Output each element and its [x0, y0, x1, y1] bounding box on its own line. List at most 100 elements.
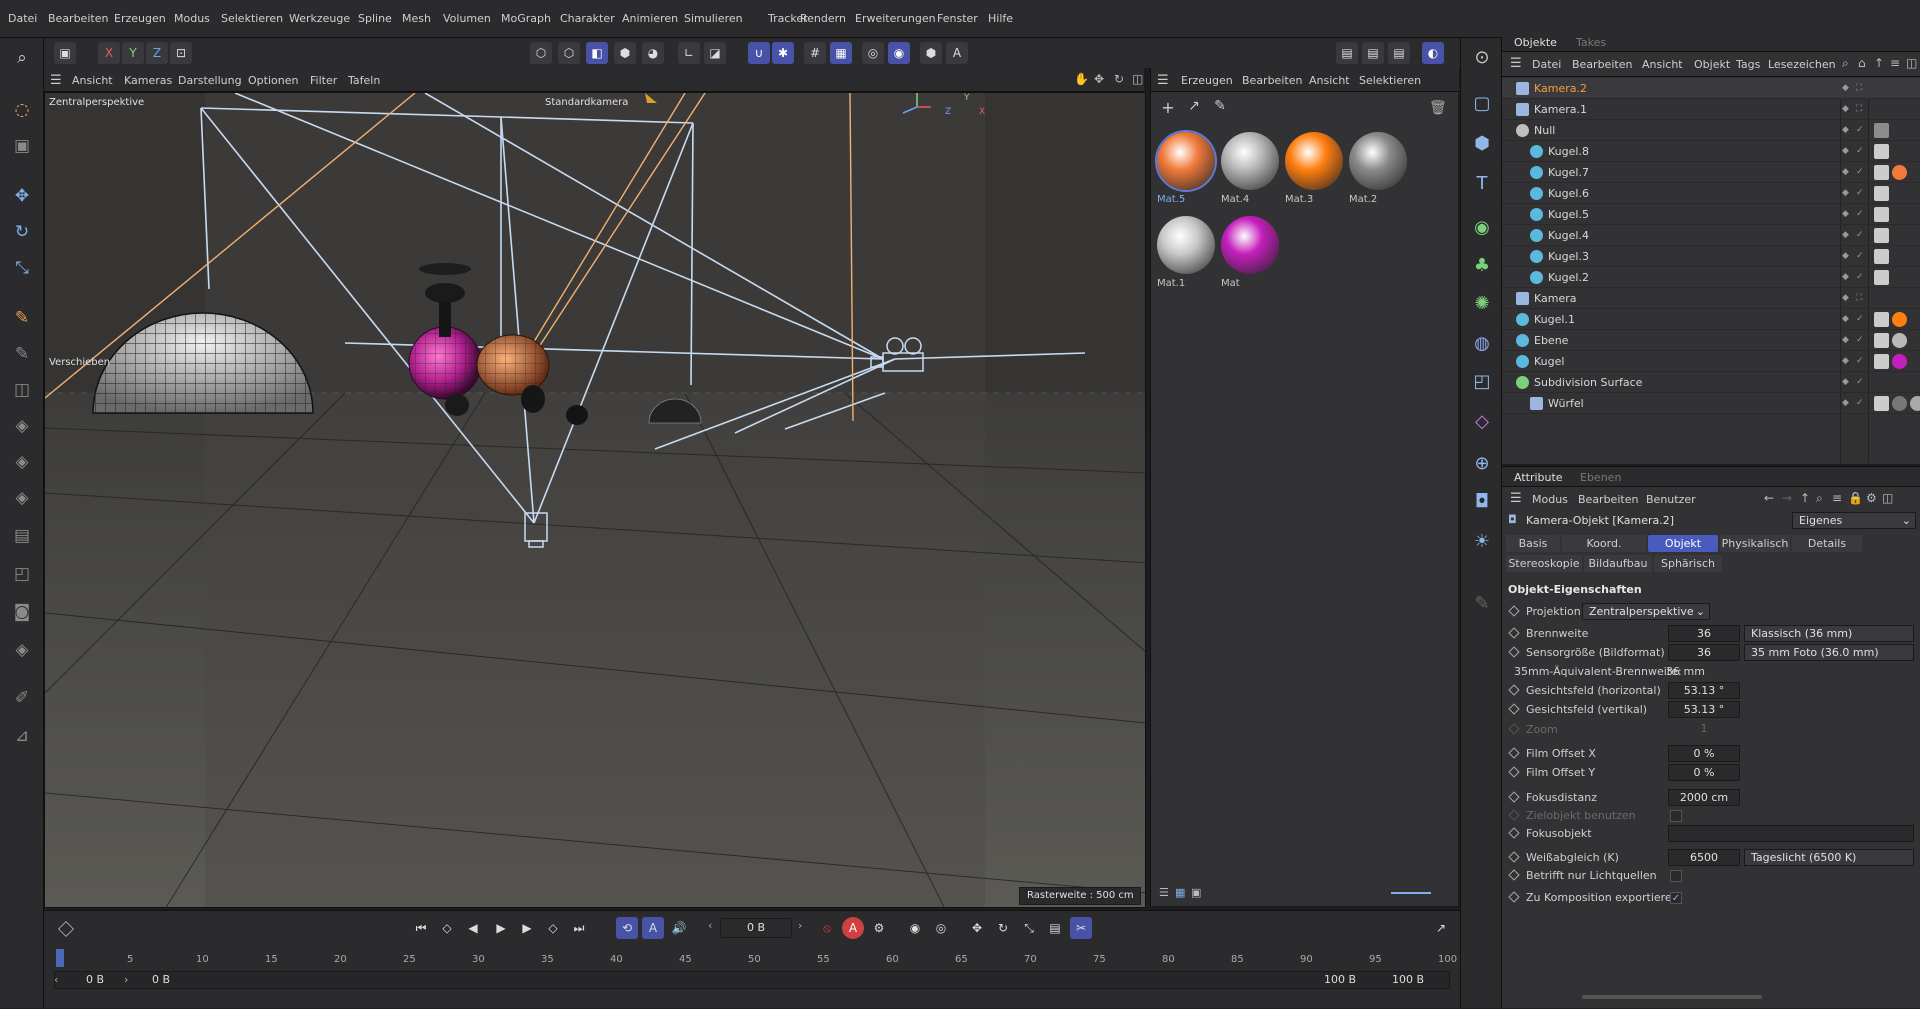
material-tag[interactable]	[1874, 396, 1889, 411]
menu-bearbeiten[interactable]: Bearbeiten	[48, 12, 108, 25]
attr-tab-objekt[interactable]: Objekt	[1648, 535, 1718, 552]
interactive-render-icon[interactable]: ◐	[1422, 42, 1444, 64]
preset-dropdown[interactable]: 35 mm Foto (36.0 mm)	[1744, 644, 1914, 661]
keyframe-icon[interactable]	[1508, 809, 1520, 821]
render-view-icon[interactable]: ▤	[1336, 42, 1358, 64]
rotate-view-icon[interactable]: ↻	[1114, 72, 1124, 86]
back-icon[interactable]: ←	[1764, 491, 1774, 505]
large-view-icon[interactable]: ▣	[1191, 886, 1201, 899]
objects-menu-objekt[interactable]: Objekt	[1694, 58, 1730, 71]
param-key-icon[interactable]: ▤	[1044, 917, 1066, 939]
up-icon[interactable]: ↑	[1874, 56, 1884, 70]
lock-icon[interactable]: 🔒	[1848, 491, 1863, 505]
attr-tab-sphaerisch[interactable]: Sphärisch	[1654, 555, 1722, 572]
primitive-cube-icon[interactable]: ⬢	[1468, 130, 1496, 158]
visibility-icon[interactable]: ◆	[1842, 293, 1852, 303]
attr-search-icon[interactable]: ⌕	[1816, 491, 1823, 506]
extrude-tool-icon[interactable]: ◫	[8, 376, 36, 404]
frame-prev-arrow[interactable]: ‹	[708, 919, 712, 932]
object-row[interactable]: Kamera.2 ◆ ⛶	[1502, 78, 1920, 99]
sound-icon[interactable]: 🔊	[668, 917, 690, 939]
keyframe-selection-icon[interactable]: ◉	[904, 917, 926, 939]
go-to-end-icon[interactable]: ⏭	[568, 917, 590, 939]
current-frame-field[interactable]: 0 B	[720, 918, 792, 938]
material-name[interactable]: Mat.5	[1157, 194, 1185, 205]
weld-tool-icon[interactable]: ◰	[8, 560, 36, 588]
viewport-menu-filter[interactable]: Filter	[310, 74, 337, 87]
viewport-menu-tafeln[interactable]: Tafeln	[348, 74, 380, 87]
camera-icon[interactable]: ◘	[1468, 488, 1496, 516]
enable-check-icon[interactable]: ✓	[1856, 188, 1866, 198]
grid-view-icon[interactable]: ▦	[1175, 886, 1185, 899]
snap-settings-icon[interactable]: ✱	[772, 42, 794, 64]
visibility-icon[interactable]: ◆	[1842, 335, 1852, 345]
attr-tab-koord[interactable]: Koord.	[1562, 535, 1646, 552]
menu-spline[interactable]: Spline	[358, 12, 392, 25]
object-row[interactable]: Kugel.2 ◆ ✓	[1502, 267, 1920, 288]
numeric-field[interactable]: 36	[1668, 644, 1740, 661]
auto-icon[interactable]: A	[946, 42, 968, 64]
objects-menu-lesezeichen[interactable]: Lesezeichen	[1768, 58, 1836, 71]
viewport-camera-label[interactable]: Standardkamera	[545, 97, 628, 108]
undo-icon[interactable]: ▣	[54, 42, 76, 64]
attr-hamburger-icon[interactable]: ☰	[1510, 491, 1522, 506]
keyframe-icon[interactable]	[1508, 684, 1520, 696]
hamburger-icon[interactable]: ☰	[50, 73, 62, 88]
cloner-icon[interactable]: ♣	[1468, 252, 1496, 280]
material-name[interactable]: Mat.4	[1221, 194, 1249, 205]
numeric-field[interactable]: 0 %	[1668, 745, 1740, 762]
menu-erzeugen[interactable]: Erzeugen	[114, 12, 166, 25]
object-row[interactable]: Ebene ◆ ✓	[1502, 330, 1920, 351]
attr-filter-icon[interactable]: ≡	[1832, 491, 1842, 505]
material-tag[interactable]	[1874, 165, 1889, 180]
visibility-icon[interactable]: ◆	[1842, 230, 1852, 240]
keyframe-icon[interactable]	[1508, 891, 1520, 903]
material-tag[interactable]	[1874, 207, 1889, 222]
range-left-arrow[interactable]: ‹	[54, 973, 58, 986]
visibility-icon[interactable]: ◆	[1842, 314, 1852, 324]
thumbnail-size-slider[interactable]	[1391, 892, 1431, 894]
object-row[interactable]: Subdivision Surface ◆ ✓	[1502, 372, 1920, 393]
move-view-icon[interactable]: ✥	[1094, 72, 1104, 86]
object-row[interactable]: Kamera.1 ◆ ⛶	[1502, 99, 1920, 120]
texture-mode-icon[interactable]: ◪	[704, 42, 726, 64]
next-frame-icon[interactable]: ▶	[516, 917, 538, 939]
object-row[interactable]: Kugel.6 ◆ ✓	[1502, 183, 1920, 204]
rotate-tool-icon[interactable]: ↻	[8, 218, 36, 246]
range-start-2[interactable]: 0 B	[152, 973, 170, 986]
frame-next-arrow[interactable]: ›	[798, 919, 802, 932]
viewport-menu-kameras[interactable]: Kameras	[124, 74, 172, 87]
material-tag[interactable]	[1874, 186, 1889, 201]
tab-attribute[interactable]: Attribute	[1514, 471, 1563, 484]
attr-menu-bearbeiten[interactable]: Bearbeiten	[1578, 493, 1638, 506]
maximize-view-icon[interactable]: ◫	[1132, 72, 1143, 86]
material-tag[interactable]	[1874, 333, 1889, 348]
visibility-icon[interactable]: ◆	[1842, 125, 1852, 135]
coordinate-system-icon[interactable]: ⊡	[170, 42, 192, 64]
object-row[interactable]: Kugel.5 ◆ ✓	[1502, 204, 1920, 225]
object-name[interactable]: Kugel.5	[1548, 208, 1589, 221]
material-tag[interactable]	[1892, 396, 1907, 411]
enable-check-icon[interactable]: ⛶	[1856, 293, 1866, 303]
timeline-expand-icon[interactable]: ↗	[1430, 917, 1452, 939]
object-row[interactable]: Kamera ◆ ⛶	[1502, 288, 1920, 309]
pla-key-icon[interactable]: ✂	[1070, 917, 1092, 939]
object-name[interactable]: Kugel.3	[1548, 250, 1589, 263]
uv-mode-icon[interactable]: ◕	[642, 42, 664, 64]
keyframe-icon[interactable]	[1508, 703, 1520, 715]
iron-tool-icon[interactable]: ⊿	[8, 722, 36, 750]
keyframe-settings-icon[interactable]: ⚙	[868, 917, 890, 939]
attr-new-window-icon[interactable]: ◫	[1882, 491, 1893, 505]
attr-tab-details[interactable]: Details	[1792, 535, 1862, 552]
object-name[interactable]: Kugel.2	[1548, 271, 1589, 284]
material-tag[interactable]	[1892, 333, 1907, 348]
attr-tab-physikalisch[interactable]: Physikalisch	[1720, 535, 1790, 552]
attr-tab-bildaufbau[interactable]: Bildaufbau	[1584, 555, 1652, 572]
object-name[interactable]: Kugel	[1534, 355, 1564, 368]
numeric-field[interactable]: 53.13 °	[1668, 682, 1740, 699]
deformer-icon[interactable]: ◍	[1468, 330, 1496, 358]
visibility-icon[interactable]: ◆	[1842, 356, 1852, 366]
position-key-icon[interactable]: ✥	[966, 917, 988, 939]
tab-ebenen[interactable]: Ebenen	[1580, 471, 1621, 484]
magnet-tool-icon[interactable]: ◙	[8, 598, 36, 626]
